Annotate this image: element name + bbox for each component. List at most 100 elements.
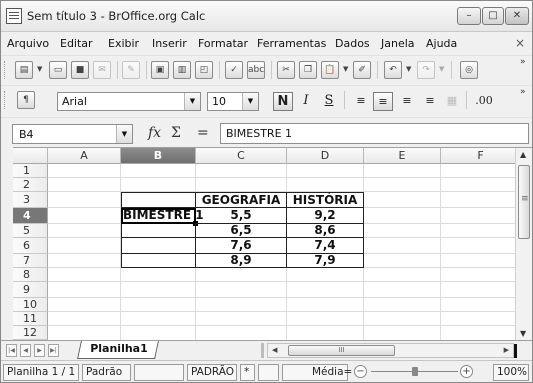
scroll-down-icon[interactable]: ▼ bbox=[520, 329, 526, 338]
cell-b7[interactable] bbox=[121, 254, 196, 268]
next-sheet-icon[interactable]: ▶ bbox=[34, 344, 45, 357]
cell-c6[interactable]: 7,6 bbox=[196, 238, 287, 254]
calc-app-icon[interactable] bbox=[6, 8, 22, 24]
cell-b4[interactable]: BIMESTRE 1 bbox=[121, 208, 204, 226]
cut-icon[interactable]: ✂ bbox=[277, 61, 295, 79]
minimize-button[interactable]: – bbox=[457, 7, 481, 25]
vertical-scrollbar[interactable]: ▲ ▼ bbox=[515, 148, 532, 340]
menu-exibir[interactable]: Exibir bbox=[108, 37, 139, 50]
redo-icon[interactable]: ↷ bbox=[417, 61, 435, 79]
row-header-12[interactable]: 12 bbox=[13, 326, 48, 340]
justify-icon[interactable]: ≡ bbox=[420, 92, 440, 111]
zoom-knob[interactable] bbox=[412, 367, 418, 376]
zoom-out-icon[interactable]: − bbox=[354, 365, 367, 378]
row-header-1[interactable]: 1 bbox=[13, 164, 48, 178]
paste-dropdown-icon[interactable]: ▼ bbox=[343, 65, 348, 73]
col-header-c[interactable]: C bbox=[196, 148, 287, 164]
horizontal-scrollbar[interactable]: ◀ III ▶ bbox=[267, 343, 514, 358]
chevron-down-icon[interactable]: ▼ bbox=[116, 125, 132, 143]
undo-icon[interactable]: ↶ bbox=[384, 61, 402, 79]
menu-arquivo[interactable]: Arquivo bbox=[7, 37, 49, 50]
zoom-slider[interactable]: − + bbox=[352, 364, 473, 381]
underline-button[interactable]: S bbox=[319, 92, 339, 111]
spreadsheet-grid[interactable]: A B C D E F 1 2 3 4 5 6 7 8 9 10 11 12 G… bbox=[13, 147, 532, 340]
menu-dados[interactable]: Dados bbox=[335, 37, 370, 50]
print-icon[interactable]: ▥ bbox=[173, 61, 191, 79]
redo-dropdown-icon[interactable]: ▼ bbox=[439, 65, 444, 73]
font-size-select[interactable]: 10 ▼ bbox=[207, 92, 259, 111]
function-wizard-icon[interactable]: fx bbox=[148, 125, 161, 141]
copy-icon[interactable]: ❐ bbox=[299, 61, 317, 79]
maximize-button[interactable]: □ bbox=[482, 7, 504, 25]
sheet-tab-planilha1[interactable]: Planilha1 bbox=[77, 341, 159, 359]
save-icon[interactable]: ■ bbox=[71, 61, 89, 79]
selection-mode[interactable]: PADRÃO bbox=[187, 364, 237, 381]
number-format-icon[interactable]: .00 bbox=[474, 92, 494, 111]
row-header-3[interactable]: 3 bbox=[13, 192, 48, 208]
align-center-icon[interactable]: ≡ bbox=[373, 92, 393, 111]
spellcheck-icon[interactable]: ✓ bbox=[225, 61, 243, 79]
toolbar-grip[interactable] bbox=[4, 61, 7, 79]
col-header-d[interactable]: D bbox=[287, 148, 364, 164]
previous-sheet-icon[interactable]: ◀ bbox=[20, 344, 31, 357]
col-header-f[interactable]: F bbox=[441, 148, 521, 164]
menu-ajuda[interactable]: Ajuda bbox=[426, 37, 457, 50]
insert-mode[interactable] bbox=[134, 364, 184, 381]
close-button[interactable]: ✕ bbox=[505, 7, 529, 25]
row-header-4[interactable]: 4 bbox=[13, 208, 48, 224]
chevron-down-icon[interactable]: ▼ bbox=[184, 93, 200, 110]
menu-ferramentas[interactable]: Ferramentas bbox=[257, 37, 326, 50]
align-left-icon[interactable]: ≡ bbox=[351, 92, 371, 111]
scroll-up-icon[interactable]: ▲ bbox=[520, 150, 526, 159]
document-modified[interactable]: * bbox=[240, 364, 255, 381]
new-icon[interactable]: ▤ bbox=[15, 61, 33, 79]
toolbar-more-icon[interactable]: » bbox=[520, 58, 526, 67]
row-header-11[interactable]: 11 bbox=[13, 312, 48, 326]
styles-formatting-icon[interactable]: ¶ bbox=[17, 91, 35, 109]
function-icon[interactable]: = bbox=[197, 125, 209, 141]
cell-d3[interactable]: HISTÓRIA bbox=[287, 192, 364, 208]
scroll-left-icon[interactable]: ◀ bbox=[272, 346, 277, 354]
row-header-8[interactable]: 8 bbox=[13, 268, 48, 282]
name-box[interactable]: B4 ▼ bbox=[12, 124, 133, 144]
new-dropdown-icon[interactable]: ▼ bbox=[37, 65, 42, 73]
email-icon[interactable]: ✉ bbox=[93, 61, 111, 79]
horizontal-scroll-thumb[interactable]: III bbox=[288, 345, 395, 356]
cell-b3[interactable] bbox=[121, 192, 196, 208]
cell-b6[interactable] bbox=[121, 238, 196, 254]
row-header-7[interactable]: 7 bbox=[13, 254, 48, 268]
toolbar-more-icon[interactable]: » bbox=[520, 88, 526, 97]
toolbar-grip[interactable] bbox=[4, 91, 7, 109]
cell-c4[interactable]: 5,5 bbox=[196, 208, 287, 224]
row-header-6[interactable]: 6 bbox=[13, 238, 48, 254]
cell-c7[interactable]: 8,9 bbox=[196, 254, 287, 268]
sheet-position[interactable]: Planilha 1 / 1 bbox=[3, 364, 79, 381]
cell-b5[interactable] bbox=[121, 224, 196, 238]
zoom-level[interactable]: 100% bbox=[493, 364, 529, 381]
row-header-10[interactable]: 10 bbox=[13, 298, 48, 312]
autospellcheck-icon[interactable]: abc bbox=[247, 61, 265, 79]
menu-inserir[interactable]: Inserir bbox=[152, 37, 187, 50]
col-header-e[interactable]: E bbox=[364, 148, 441, 164]
formula-input[interactable]: BIMESTRE 1 bbox=[220, 123, 529, 144]
bold-button[interactable]: N bbox=[273, 92, 293, 111]
italic-button[interactable]: I bbox=[296, 92, 316, 111]
page-style[interactable]: Padrão bbox=[82, 364, 131, 381]
scroll-right-icon[interactable]: ▶ bbox=[504, 346, 509, 354]
vertical-scroll-thumb[interactable] bbox=[518, 165, 530, 239]
menu-janela[interactable]: Janela bbox=[381, 37, 415, 50]
cell-c5[interactable]: 6,5 bbox=[196, 224, 287, 238]
cell-c3[interactable]: GEOGRAFIA bbox=[196, 192, 287, 208]
open-icon[interactable]: ▭ bbox=[49, 61, 67, 79]
undo-dropdown-icon[interactable]: ▼ bbox=[406, 65, 411, 73]
cell-d7[interactable]: 7,9 bbox=[287, 254, 364, 268]
sum-field[interactable]: Média= bbox=[282, 364, 352, 381]
clone-format-icon[interactable]: ✐ bbox=[353, 61, 371, 79]
menu-formatar[interactable]: Formatar bbox=[198, 37, 248, 50]
align-right-icon[interactable]: ≡ bbox=[397, 92, 417, 111]
close-document-button[interactable]: × bbox=[515, 36, 525, 50]
font-name-select[interactable]: Arial ▼ bbox=[57, 92, 201, 111]
zoom-in-icon[interactable]: + bbox=[460, 365, 473, 378]
cell-d4[interactable]: 9,2 bbox=[287, 208, 364, 224]
page-preview-icon[interactable]: ◰ bbox=[195, 61, 213, 79]
